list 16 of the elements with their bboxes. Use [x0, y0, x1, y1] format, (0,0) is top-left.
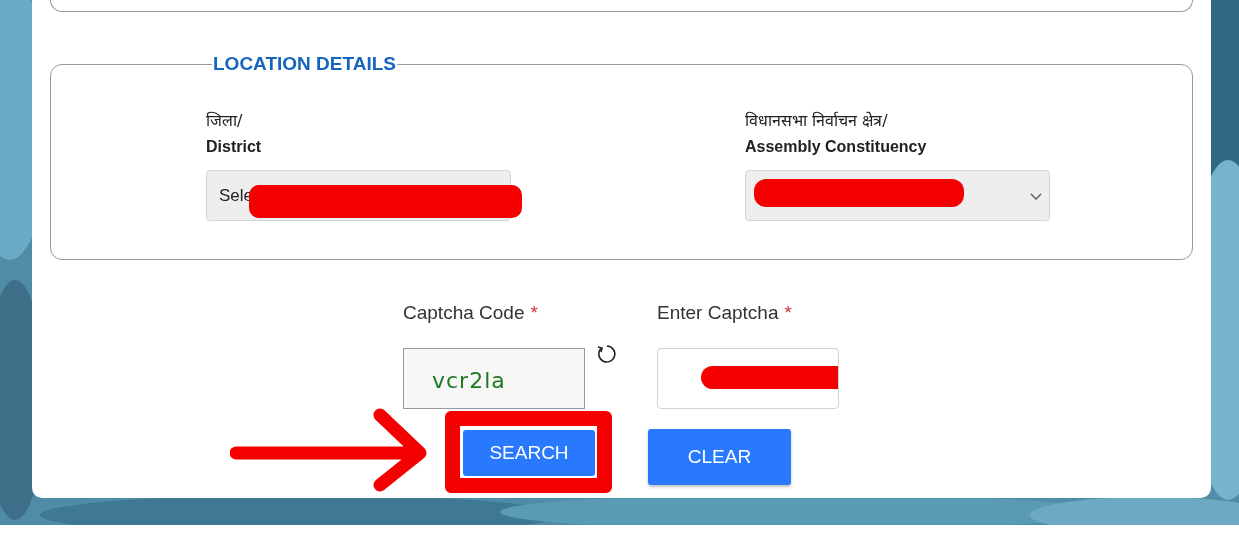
- field-label: Enter Captcha: [657, 302, 779, 325]
- dropdown[interactable]: [745, 170, 1050, 221]
- field-label: जिला/: [206, 110, 244, 131]
- required-mark: *: [784, 302, 792, 325]
- field-label: District: [206, 138, 263, 157]
- field-label: विधानसभा निर्वाचन क्षेत्र/: [745, 110, 889, 131]
- captcha-image: vcr2la: [403, 348, 585, 409]
- captcha-field[interactable]: [657, 348, 839, 409]
- field-label: Captcha Code: [403, 302, 525, 325]
- section-title: LOCATION DETAILS: [212, 53, 397, 75]
- field-label: Assembly Constituency: [745, 138, 928, 157]
- clear-button[interactable]: CLEAR: [648, 429, 791, 485]
- search-button[interactable]: SEARCH: [463, 430, 595, 476]
- required-mark: *: [530, 302, 538, 325]
- chevron-icon: [1030, 193, 1042, 201]
- refresh-icon[interactable]: [595, 342, 619, 366]
